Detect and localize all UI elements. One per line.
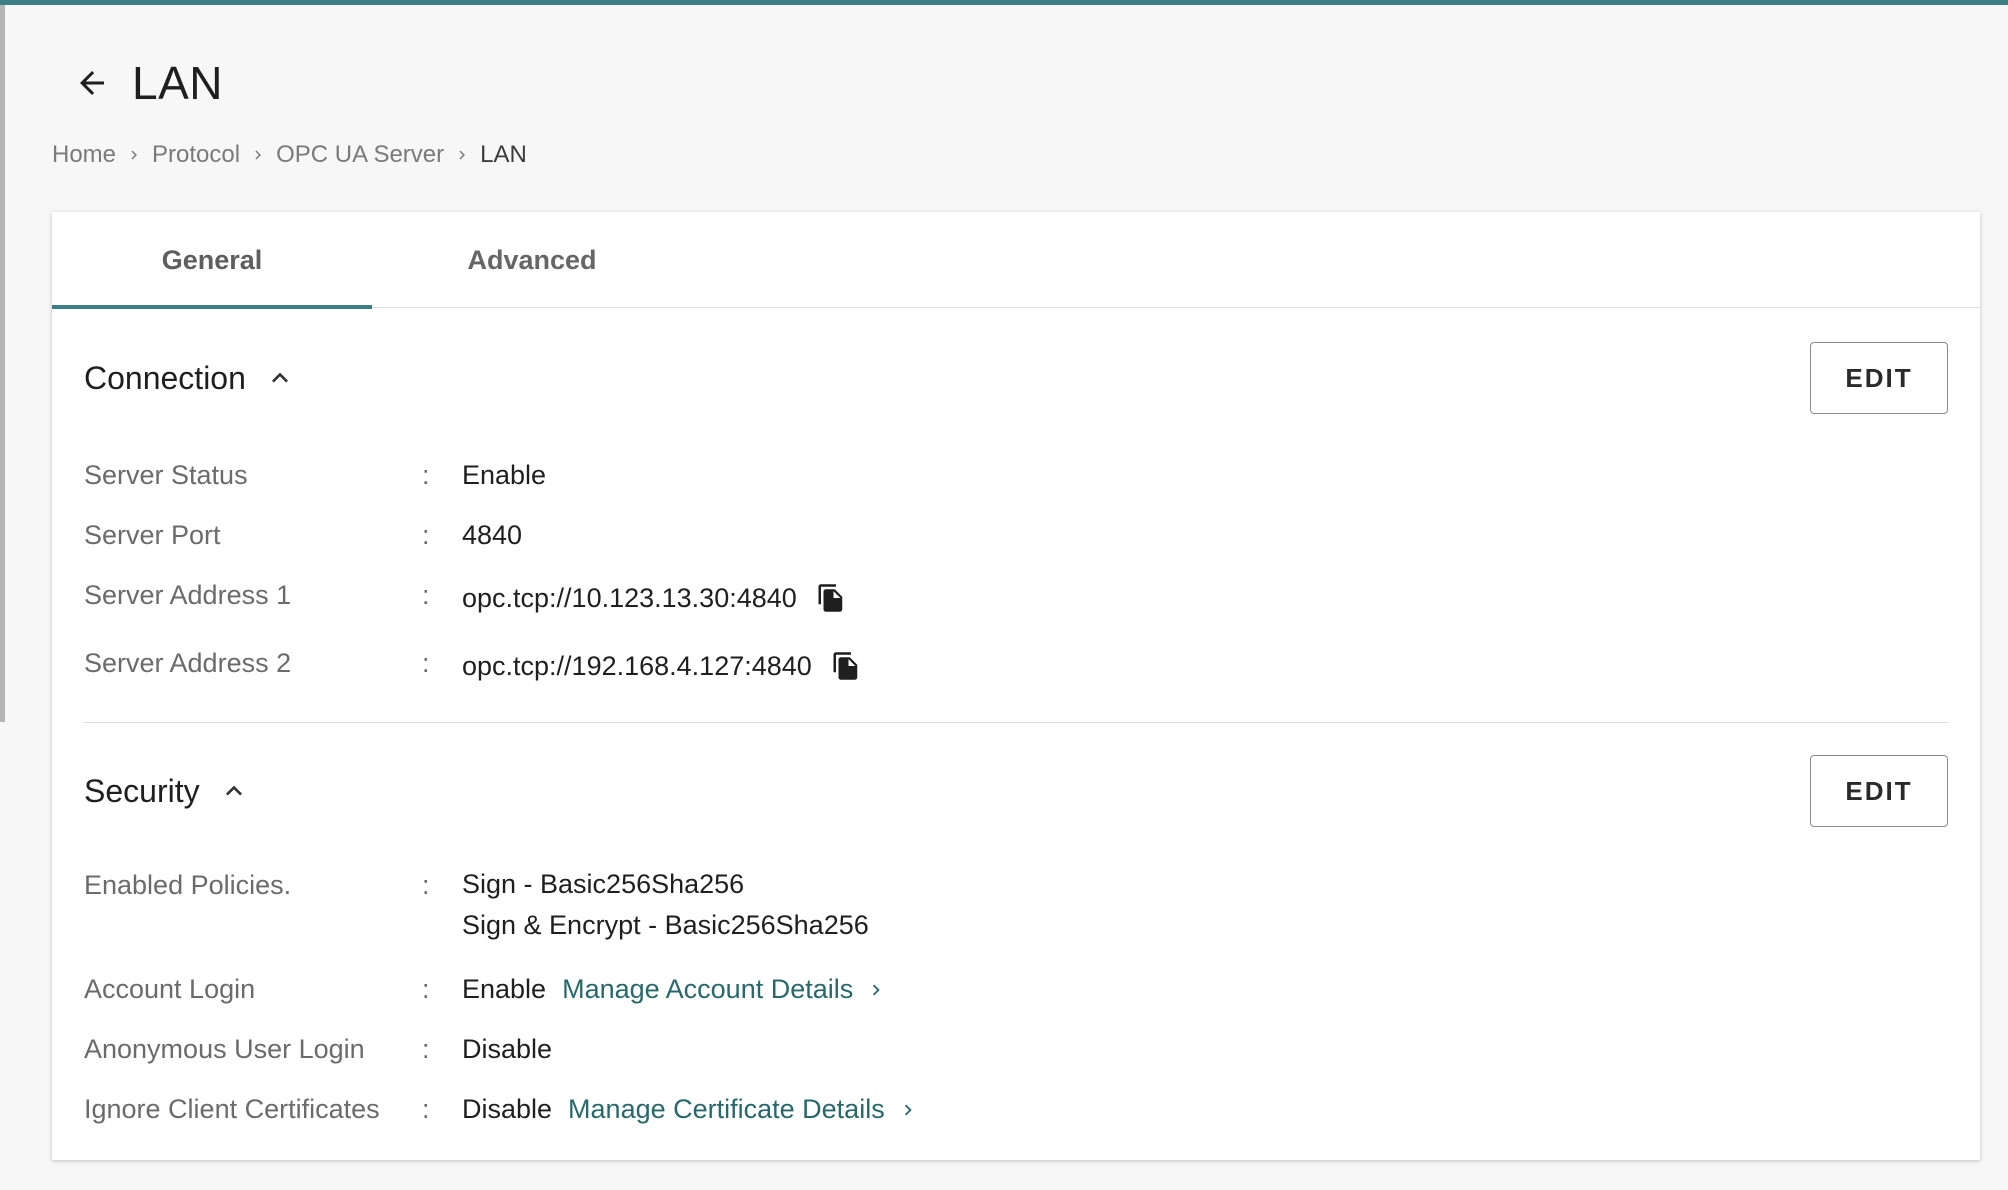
chevron-up-icon (218, 775, 250, 807)
colon: : (422, 1094, 430, 1124)
manage-certificate-details-link[interactable]: Manage Certificate Details (568, 1094, 919, 1125)
connection-edit-button[interactable]: EDIT (1810, 342, 1948, 414)
colon: : (422, 974, 430, 1004)
colon: : (422, 870, 430, 900)
enabled-policies-label: Enabled Policies. (84, 870, 292, 900)
chevron-right-icon (897, 1099, 919, 1121)
policy-item: Sign - Basic256Sha256 (462, 869, 745, 899)
breadcrumb-protocol[interactable]: Protocol (152, 141, 240, 169)
chevron-right-icon (453, 146, 471, 164)
server-status-value: Enable (462, 460, 547, 490)
copy-icon[interactable] (815, 582, 847, 614)
account-login-row: Account Login : Enable Manage Account De… (84, 974, 887, 1005)
colon: : (422, 648, 430, 678)
server-port-label: Server Port (84, 520, 221, 550)
server-status-label: Server Status (84, 460, 248, 490)
security-edit-button[interactable]: EDIT (1810, 755, 1948, 827)
manage-account-details-link[interactable]: Manage Account Details (562, 974, 887, 1005)
security-section: Security EDIT Enabled Policies. : Sign -… (84, 755, 1948, 1135)
copy-icon[interactable] (830, 650, 862, 682)
top-accent-bar (0, 0, 2008, 5)
chevron-right-icon (249, 146, 267, 164)
chevron-right-icon (865, 979, 887, 1001)
left-scrollbar[interactable] (0, 5, 5, 722)
section-divider (84, 722, 1948, 723)
server-address-2-row: Server Address 2 : opc.tcp://192.168.4.1… (84, 648, 862, 682)
ignore-client-certs-value: Disable (462, 1094, 553, 1124)
security-toggle[interactable]: Security (84, 773, 250, 810)
page-title: LAN (132, 57, 223, 109)
page-header: LAN (70, 56, 223, 110)
server-port-value: 4840 (462, 520, 523, 550)
chevron-right-icon (125, 146, 143, 164)
breadcrumb: Home Protocol OPC UA Server LAN (52, 141, 527, 169)
breadcrumb-home[interactable]: Home (52, 141, 116, 169)
colon: : (422, 1034, 430, 1064)
server-port-row: Server Port : 4840 (84, 520, 522, 551)
policy-item: Sign & Encrypt - Basic256Sha256 (462, 910, 869, 940)
account-login-value: Enable (462, 974, 547, 1004)
arrow-left-icon (80, 71, 104, 95)
tab-general[interactable]: General (52, 212, 372, 309)
security-title: Security (84, 772, 200, 809)
breadcrumb-opc-ua-server[interactable]: OPC UA Server (276, 141, 444, 169)
breadcrumb-current: LAN (480, 141, 527, 168)
manage-certificate-details-label: Manage Certificate Details (568, 1094, 885, 1124)
back-button[interactable] (70, 61, 114, 105)
ignore-client-certs-label: Ignore Client Certificates (84, 1094, 380, 1124)
anonymous-login-value: Disable (462, 1034, 553, 1064)
connection-title: Connection (84, 359, 246, 396)
tab-bar: General Advanced (52, 212, 1980, 309)
server-status-row: Server Status : Enable (84, 460, 546, 491)
ignore-client-certs-row: Ignore Client Certificates : Disable Man… (84, 1094, 919, 1125)
colon: : (422, 580, 430, 610)
server-address-1-value: opc.tcp://10.123.13.30:4840 (462, 582, 797, 613)
anonymous-login-row: Anonymous User Login : Disable (84, 1034, 552, 1065)
colon: : (422, 460, 430, 490)
tab-advanced[interactable]: Advanced (372, 212, 692, 308)
server-address-1-row: Server Address 1 : opc.tcp://10.123.13.3… (84, 580, 847, 614)
colon: : (422, 520, 430, 550)
account-login-label: Account Login (84, 974, 256, 1004)
server-address-1-label: Server Address 1 (84, 580, 292, 610)
enabled-policies-row: Enabled Policies. : Sign - Basic256Sha25… (84, 869, 869, 946)
connection-section: Connection EDIT Server Status : Enable S… (84, 342, 1948, 722)
chevron-up-icon (264, 362, 296, 394)
connection-toggle[interactable]: Connection (84, 360, 296, 397)
server-address-2-label: Server Address 2 (84, 648, 292, 678)
server-address-2-value: opc.tcp://192.168.4.127:4840 (462, 650, 812, 681)
anonymous-login-label: Anonymous User Login (84, 1034, 365, 1064)
lan-settings-card: General Advanced Connection EDIT Server … (52, 212, 1980, 1160)
manage-account-details-label: Manage Account Details (562, 974, 854, 1004)
